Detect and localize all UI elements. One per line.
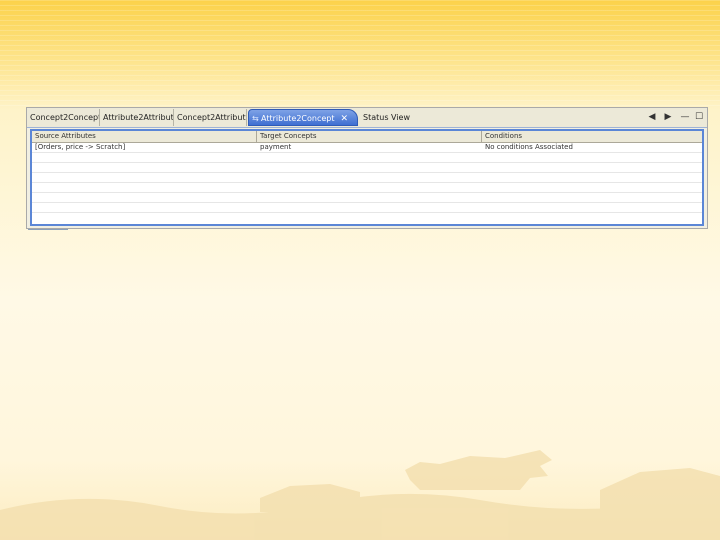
tab-attribute2attribute[interactable]: Attribute2Attribute bbox=[100, 109, 174, 126]
pin-left-icon[interactable]: ◀ bbox=[645, 111, 659, 123]
column-header-target[interactable]: Target Concepts bbox=[257, 131, 482, 142]
pin-right-icon[interactable]: ▶ bbox=[661, 111, 675, 123]
tab-status-view[interactable]: Status View bbox=[360, 109, 410, 126]
tab-concept2attribute[interactable]: Concept2Attribute bbox=[174, 109, 247, 126]
target-concept-cell: payment bbox=[260, 143, 292, 151]
column-header-source[interactable]: Source Attributes bbox=[32, 131, 257, 142]
conditions-cell: No conditions Associated bbox=[485, 143, 573, 151]
scrollbar-stub[interactable] bbox=[28, 229, 68, 230]
table-row[interactable] bbox=[32, 212, 702, 222]
mapping-table: Source Attributes Target Concepts Condit… bbox=[30, 129, 704, 226]
attribute-mapping-view: Concept2Concept Attribute2Attribute Conc… bbox=[26, 107, 708, 229]
source-attribute-cell: [Orders, price -> Scratch] bbox=[35, 143, 126, 151]
minimize-icon[interactable]: — bbox=[678, 111, 692, 123]
tab-concept2concept[interactable]: Concept2Concept bbox=[27, 109, 100, 126]
maximize-icon[interactable]: ☐ bbox=[692, 111, 706, 123]
tab-label: Attribute2Concept bbox=[261, 114, 335, 123]
mapping-icon: ⇆ bbox=[252, 114, 259, 123]
view-tab-bar: Concept2Concept Attribute2Attribute Conc… bbox=[27, 108, 707, 128]
palace-silhouette bbox=[0, 450, 720, 540]
column-header-conditions[interactable]: Conditions bbox=[482, 131, 702, 142]
tab-attribute2concept[interactable]: ⇆ Attribute2Concept ✕ bbox=[248, 109, 358, 126]
background-stripes bbox=[0, 0, 720, 110]
close-icon[interactable]: ✕ bbox=[341, 111, 349, 125]
